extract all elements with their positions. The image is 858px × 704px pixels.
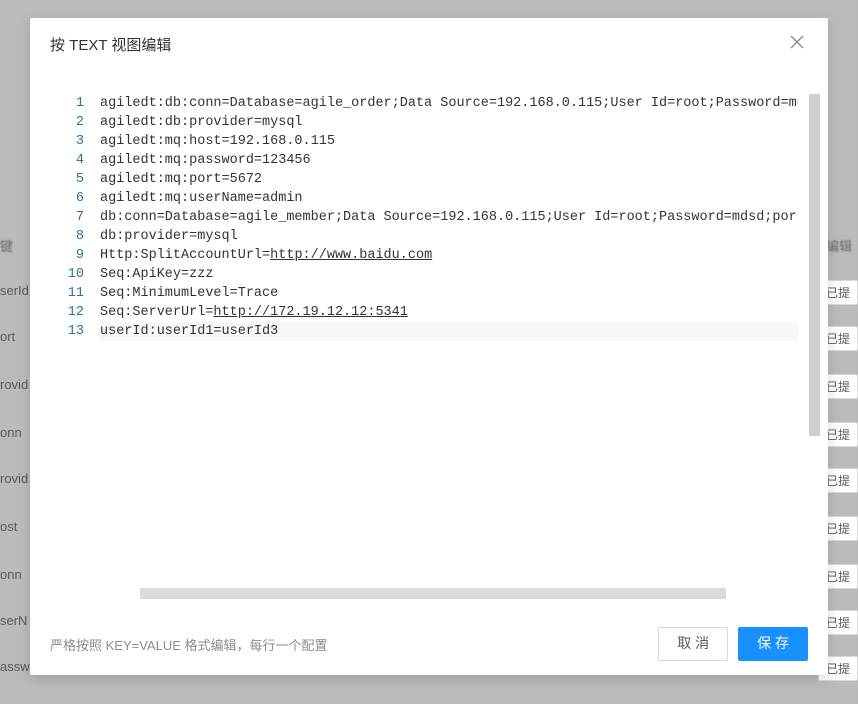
close-icon[interactable]: [786, 31, 808, 57]
bg-row-label: serN: [0, 613, 27, 628]
code-line[interactable]: agiledt:db:conn=Database=agile_order;Dat…: [100, 94, 798, 113]
code-line[interactable]: userId:userId1=userId3: [100, 322, 798, 341]
bg-row-label: onn: [0, 567, 22, 582]
line-number-gutter: 12345678910111213: [60, 94, 100, 613]
code-line[interactable]: Seq:ApiKey=zzz: [100, 265, 798, 284]
horizontal-scrollbar-track[interactable]: [140, 588, 798, 599]
code-line[interactable]: Seq:MinimumLevel=Trace: [100, 284, 798, 303]
line-number: 1: [60, 94, 84, 113]
modal-footer: 严格按照 KEY=VALUE 格式编辑，每行一个配置 取 消 保 存: [30, 613, 828, 675]
code-line[interactable]: db:provider=mysql: [100, 227, 798, 246]
vertical-scrollbar[interactable]: [809, 94, 820, 436]
code-link[interactable]: http://172.19.12.12:5341: [213, 305, 407, 320]
code-line[interactable]: Seq:ServerUrl=http://172.19.12.12:5341: [100, 303, 798, 322]
code-link[interactable]: http://www.baidu.com: [270, 248, 432, 263]
line-number: 2: [60, 113, 84, 132]
horizontal-scrollbar-thumb[interactable]: [140, 588, 726, 599]
modal-body: 12345678910111213 agiledt:db:conn=Databa…: [30, 70, 828, 613]
line-number: 7: [60, 208, 84, 227]
code-line[interactable]: agiledt:mq:host=192.168.0.115: [100, 132, 798, 151]
code-line[interactable]: agiledt:db:provider=mysql: [100, 113, 798, 132]
save-button[interactable]: 保 存: [738, 627, 808, 661]
bg-row-label: ort: [0, 329, 15, 344]
line-number: 12: [60, 303, 84, 322]
modal-title: 按 TEXT 视图编辑: [50, 34, 171, 55]
code-line[interactable]: Http:SplitAccountUrl=http://www.baidu.co…: [100, 246, 798, 265]
bg-row-label: rovid: [0, 471, 28, 486]
bg-row-label: rovid: [0, 377, 28, 392]
bg-row-label: serId: [0, 283, 29, 298]
line-number: 8: [60, 227, 84, 246]
line-number: 3: [60, 132, 84, 151]
bg-row-label: ost: [0, 519, 17, 534]
code-editor[interactable]: 12345678910111213 agiledt:db:conn=Databa…: [60, 94, 798, 613]
code-content[interactable]: agiledt:db:conn=Database=agile_order;Dat…: [100, 94, 798, 613]
modal-header: 按 TEXT 视图编辑: [30, 18, 828, 70]
line-number: 11: [60, 284, 84, 303]
bg-row-label: assw: [0, 659, 30, 674]
code-line[interactable]: agiledt:mq:userName=admin: [100, 189, 798, 208]
line-number: 10: [60, 265, 84, 284]
format-hint: 严格按照 KEY=VALUE 格式编辑，每行一个配置: [50, 635, 648, 654]
line-number: 4: [60, 151, 84, 170]
cancel-button[interactable]: 取 消: [658, 627, 728, 661]
code-line[interactable]: agiledt:mq:port=5672: [100, 170, 798, 189]
line-number: 6: [60, 189, 84, 208]
line-number: 9: [60, 246, 84, 265]
code-line[interactable]: agiledt:mq:password=123456: [100, 151, 798, 170]
bg-row-label: onn: [0, 425, 22, 440]
line-number: 13: [60, 322, 84, 341]
code-line[interactable]: db:conn=Database=agile_member;Data Sourc…: [100, 208, 798, 227]
line-number: 5: [60, 170, 84, 189]
text-edit-modal: 按 TEXT 视图编辑 12345678910111213 agiledt:db…: [30, 18, 828, 675]
